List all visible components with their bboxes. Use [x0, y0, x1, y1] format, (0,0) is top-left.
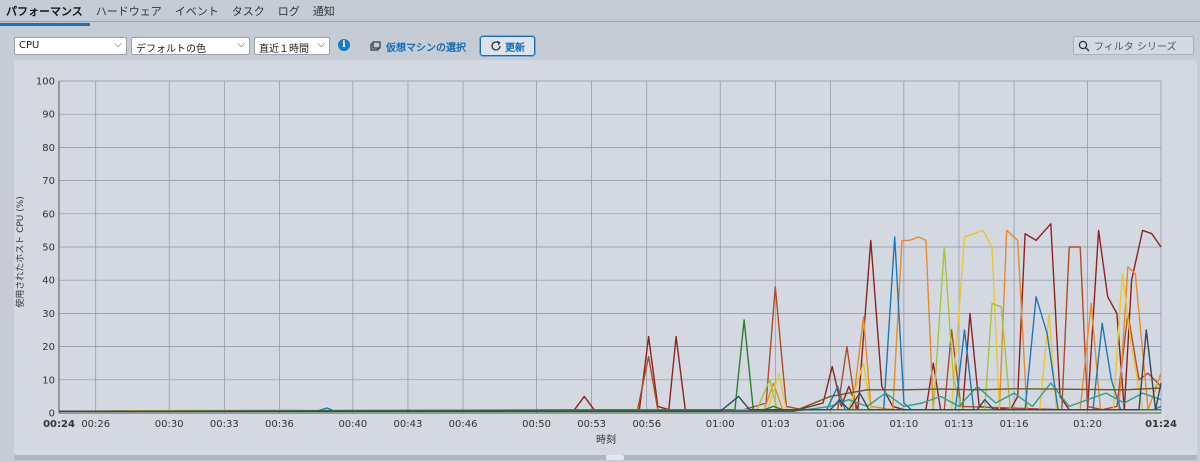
x-tick-label: 00:24 — [43, 419, 75, 430]
y-tick-label: 10 — [42, 375, 55, 386]
x-tick-label: 01:20 — [1073, 419, 1102, 430]
chevron-down-icon: ⌵ — [237, 39, 245, 50]
x-tick-label: 00:33 — [210, 419, 239, 430]
y-tick-label: 70 — [42, 176, 55, 187]
select-vm-button[interactable]: 仮想マシンの選択 — [370, 38, 466, 54]
tab-notifications[interactable]: 通知 — [307, 0, 342, 23]
x-tick-label: 01:00 — [706, 419, 735, 430]
chevron-down-icon: ⌵ — [317, 39, 325, 50]
x-tick-label: 00:26 — [81, 419, 110, 430]
tab-bar: パフォーマンス ハードウェア イベント タスク ログ 通知 — [0, 0, 1200, 26]
select-vm-label: 仮想マシンの選択 — [386, 42, 466, 54]
chart-toolbar: CPU ⌵ デフォルトの色 ⌵ 直近１時間 ⌵ i 仮想マシンの選択 更新 フィ… — [0, 34, 1200, 58]
x-tick-label: 01:13 — [945, 419, 974, 430]
chart-panel: 0 10 20 30 40 50 60 70 80 90 100 00:24 00:26 00:30 00:… — [14, 60, 1197, 455]
cpu-line-chart: 0 10 20 30 40 50 60 70 80 90 100 00:24 00:26 00:30 00:… — [14, 77, 1177, 447]
filter-series-input[interactable]: フィルタ シリーズ — [1073, 36, 1194, 55]
info-icon[interactable]: i — [338, 39, 350, 51]
x-tick-label: 01:10 — [889, 419, 918, 430]
x-tick-label: 00:46 — [449, 419, 478, 430]
tab-hardware[interactable]: ハードウェア — [90, 0, 169, 23]
metric-select[interactable]: CPU ⌵ — [14, 37, 127, 55]
y-tick-label: 80 — [42, 143, 55, 154]
scrollbar-thumb[interactable] — [606, 455, 624, 460]
y-tick-label: 40 — [42, 276, 55, 287]
search-icon — [1078, 40, 1090, 51]
x-tick-label: 00:53 — [577, 419, 606, 430]
y-tick-label: 30 — [42, 309, 55, 320]
color-select[interactable]: デフォルトの色 ⌵ — [131, 37, 250, 55]
tab-logs[interactable]: ログ — [272, 0, 307, 23]
tab-events[interactable]: イベント — [169, 0, 226, 23]
refresh-icon — [491, 40, 501, 51]
tab-tasks[interactable]: タスク — [226, 0, 272, 23]
refresh-label: 更新 — [505, 42, 525, 54]
x-tick-label: 00:43 — [394, 419, 423, 430]
horizontal-scrollbar[interactable] — [14, 455, 1197, 460]
y-tick-label: 100 — [36, 77, 55, 88]
x-tick-label: 00:40 — [338, 419, 367, 430]
y-tick-label: 90 — [42, 110, 55, 121]
x-tick-label: 01:24 — [1145, 419, 1177, 430]
refresh-button[interactable]: 更新 — [480, 36, 535, 56]
metric-select-value: CPU — [19, 40, 40, 51]
time-range-select[interactable]: 直近１時間 ⌵ — [254, 37, 330, 55]
y-tick-label: 60 — [42, 209, 55, 220]
chevron-down-icon: ⌵ — [114, 39, 122, 50]
x-tick-label: 01:03 — [761, 419, 790, 430]
y-tick-label: 0 — [49, 409, 55, 420]
y-axis-label: 使用されたホスト CPU (%) — [14, 196, 26, 308]
filter-placeholder: フィルタ シリーズ — [1094, 42, 1177, 53]
time-range-select-value: 直近１時間 — [259, 44, 309, 55]
color-select-value: デフォルトの色 — [136, 44, 206, 55]
x-tick-label: 01:06 — [816, 419, 845, 430]
x-tick-label: 00:36 — [265, 419, 294, 430]
x-tick-label: 01:16 — [1000, 419, 1029, 430]
x-axis-label: 時刻 — [596, 433, 616, 446]
x-tick-label: 00:50 — [522, 419, 551, 430]
x-tick-label: 00:30 — [155, 419, 184, 430]
tab-performance[interactable]: パフォーマンス — [0, 0, 90, 26]
y-tick-label: 20 — [42, 342, 55, 353]
x-tick-label: 00:56 — [632, 419, 661, 430]
y-tick-label: 50 — [42, 243, 55, 254]
vm-icon — [370, 40, 381, 51]
